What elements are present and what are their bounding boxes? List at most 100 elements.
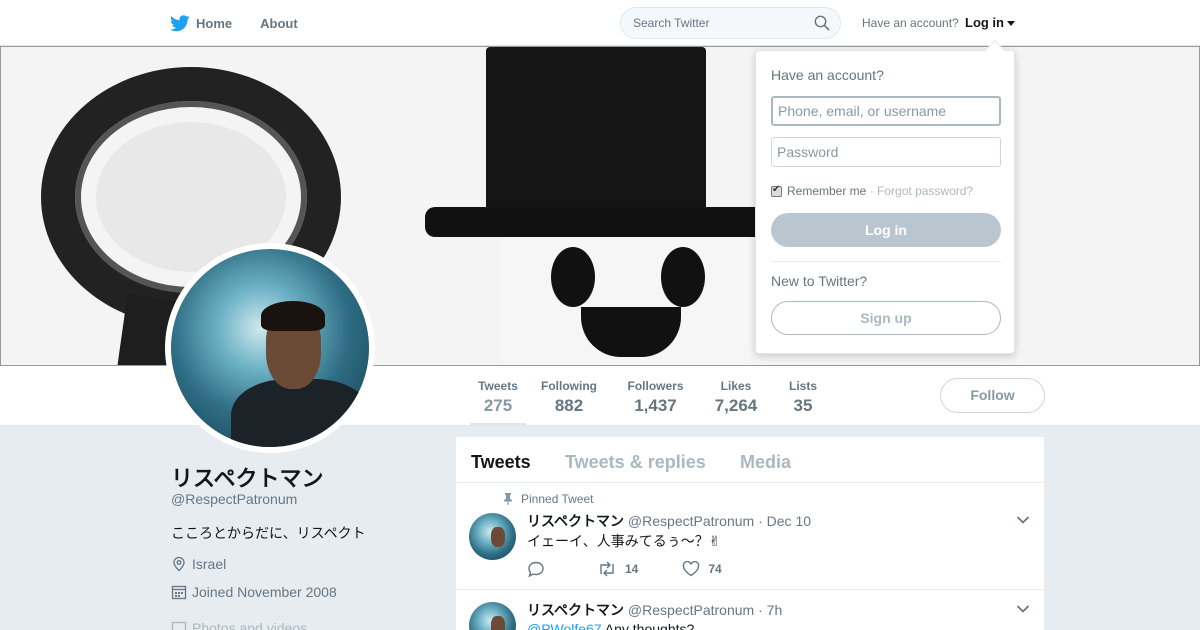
tweet-author-name[interactable]: リスペクトマン xyxy=(527,602,624,618)
profile-location: Israel xyxy=(171,556,226,572)
profile-avatar[interactable] xyxy=(165,243,375,453)
tweet-item[interactable]: リスペクトマン @RespectPatronum · 7h @PWolfe67 … xyxy=(456,590,1044,630)
reply-icon xyxy=(528,561,544,577)
timeline-tabs: Tweets Tweets & replies Media xyxy=(456,437,1044,483)
remember-separator: · xyxy=(869,184,874,198)
tab-tweets[interactable]: Tweets xyxy=(471,452,531,473)
stat-label: Tweets xyxy=(478,379,518,393)
avatar-figure-hair xyxy=(261,301,325,331)
location-text: Israel xyxy=(192,556,227,572)
tweet-author-handle[interactable]: @RespectPatronum xyxy=(628,513,754,529)
stat-label: Likes xyxy=(720,379,752,393)
login-dropdown: Have an account? Remember me · Forgot pa… xyxy=(755,40,1015,354)
pinned-label: Pinned Tweet xyxy=(521,492,594,506)
new-to-twitter-text: New to Twitter? xyxy=(771,273,868,289)
follow-button[interactable]: Follow xyxy=(940,378,1045,413)
tab-media[interactable]: Media xyxy=(740,452,791,473)
banner-hat xyxy=(486,47,706,217)
location-pin-icon xyxy=(173,556,185,572)
login-dropdown-toggle[interactable]: Log in xyxy=(965,15,1015,30)
tweet-avatar[interactable] xyxy=(469,513,516,560)
tweet-actions: 14 74 xyxy=(527,561,766,577)
tweet-text: @PWolfe67 Any thoughts? xyxy=(527,621,694,630)
stat-value: 1,437 xyxy=(634,396,677,415)
stat-label: Lists xyxy=(788,379,817,393)
photos-text: Photos and videos xyxy=(192,620,308,630)
profile-joined: Joined November 2008 xyxy=(171,584,337,600)
tweet-timestamp[interactable]: 7h xyxy=(767,602,783,618)
nav-about[interactable]: About xyxy=(260,16,298,31)
pin-icon xyxy=(504,493,512,505)
banner-hat-brim xyxy=(425,207,765,237)
nav-about-label: About xyxy=(260,15,298,31)
stat-value: 35 xyxy=(793,396,813,415)
joined-text: Joined November 2008 xyxy=(192,584,337,600)
profile-handle[interactable]: @RespectPatronum xyxy=(171,491,297,507)
remember-row: Remember me · Forgot password? xyxy=(771,184,973,198)
top-nav: Home About Search Twitter Have an accoun… xyxy=(0,0,1200,46)
timeline: Tweets Tweets & replies Media Pinned Twe… xyxy=(456,437,1044,630)
search-placeholder: Search Twitter xyxy=(633,16,710,30)
stat-value: 275 xyxy=(483,396,513,415)
retweet-action[interactable]: 14 xyxy=(597,561,638,577)
tweet-mention[interactable]: @PWolfe67 xyxy=(527,621,602,630)
signup-button[interactable]: Sign up xyxy=(771,301,1001,335)
banner-skull-eye xyxy=(551,247,595,307)
forgot-password-link[interactable]: Forgot password? xyxy=(877,184,973,198)
nav-home[interactable]: Home xyxy=(170,14,233,32)
username-field[interactable] xyxy=(771,96,1001,126)
banner-skull-eye xyxy=(661,247,705,307)
remember-label[interactable]: Remember me xyxy=(787,184,866,198)
tweet-item[interactable]: Pinned Tweet リスペクトマン @RespectPatronum · … xyxy=(456,483,1044,590)
tweet-header: リスペクトマン @RespectPatronum · 7h xyxy=(527,600,782,620)
tweet-text: イェーイ、人事みてるぅ〜？✌ xyxy=(527,533,721,549)
stat-label: Followers xyxy=(627,379,684,393)
login-button[interactable]: Log in xyxy=(771,213,1001,247)
avatar-image xyxy=(171,249,369,447)
twitter-bird-icon xyxy=(170,14,190,31)
stat-following[interactable]: Following 882 xyxy=(541,366,597,426)
tweet-author-handle[interactable]: @RespectPatronum xyxy=(628,602,754,618)
profile-bio: こころとからだに、リスペクト xyxy=(171,525,366,541)
stat-likes[interactable]: Likes 7,264 xyxy=(712,366,760,426)
have-account-text: Have an account? xyxy=(862,16,959,30)
tweet-header: リスペクトマン @RespectPatronum · Dec 10 xyxy=(527,511,811,531)
avatar-figure-body xyxy=(231,379,369,447)
stat-label: Following xyxy=(541,379,597,393)
calendar-icon xyxy=(171,585,187,600)
image-icon xyxy=(171,621,187,630)
dropdown-divider xyxy=(771,261,1001,262)
reply-action[interactable] xyxy=(527,561,553,577)
stat-tweets[interactable]: Tweets 275 xyxy=(470,366,526,426)
search-input[interactable]: Search Twitter xyxy=(620,7,841,39)
password-field[interactable] xyxy=(771,137,1001,167)
profile-photos-link[interactable]: Photos and videos xyxy=(171,620,307,630)
caret-down-icon xyxy=(1007,20,1015,26)
chevron-down-icon[interactable] xyxy=(1016,604,1030,614)
stat-value: 7,264 xyxy=(714,396,758,415)
tweet-text-body: Any thoughts? xyxy=(604,621,695,630)
tab-tweets-replies[interactable]: Tweets & replies xyxy=(565,452,706,473)
tweet-separator: · xyxy=(758,602,763,618)
login-dropdown-title: Have an account? xyxy=(771,67,884,83)
stat-value: 882 xyxy=(554,396,584,415)
pinned-indicator: Pinned Tweet xyxy=(503,492,594,506)
tweet-avatar[interactable] xyxy=(469,602,516,630)
stat-followers[interactable]: Followers 1,437 xyxy=(627,366,684,426)
login-toggle-label: Log in xyxy=(965,15,1004,30)
tweet-timestamp[interactable]: Dec 10 xyxy=(767,513,811,529)
tweet-separator: · xyxy=(758,513,763,529)
heart-icon xyxy=(683,561,700,577)
search-icon[interactable] xyxy=(814,15,830,31)
stat-lists[interactable]: Lists 35 xyxy=(787,366,819,426)
like-count: 74 xyxy=(708,562,722,576)
like-action[interactable]: 74 xyxy=(682,561,722,577)
nav-home-label: Home xyxy=(196,15,233,31)
chevron-down-icon[interactable] xyxy=(1016,515,1030,525)
profile-name[interactable]: リスペクトマン xyxy=(171,461,323,493)
retweet-icon xyxy=(600,561,614,577)
remember-checkbox[interactable] xyxy=(771,184,782,197)
retweet-count: 14 xyxy=(625,562,639,576)
tweet-author-name[interactable]: リスペクトマン xyxy=(527,513,624,529)
nav-left: Home About xyxy=(170,0,326,46)
